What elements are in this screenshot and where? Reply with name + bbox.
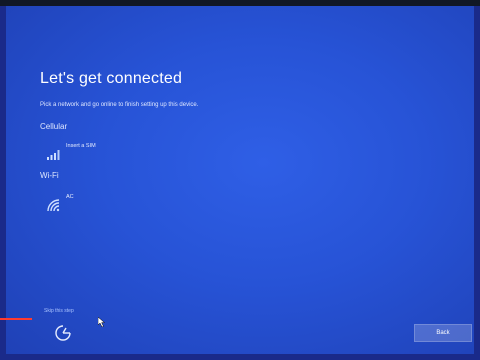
mouse-cursor-icon xyxy=(97,314,106,328)
section-title-wifi: Wi-Fi xyxy=(40,171,59,180)
setup-screen: Let's get connected Pick a network and g… xyxy=(6,6,474,354)
page-title: Let's get connected xyxy=(40,70,183,87)
network-item-label: AC xyxy=(66,194,74,200)
network-item-cellular[interactable]: Insert a SIM xyxy=(46,141,166,163)
ease-of-access-icon[interactable] xyxy=(54,324,72,342)
back-button[interactable]: Back xyxy=(414,324,472,342)
red-annotation-line xyxy=(0,318,32,320)
network-item-label: Insert a SIM xyxy=(66,143,96,149)
section-title-cellular: Cellular xyxy=(40,122,68,131)
cellular-signal-icon xyxy=(46,147,62,161)
page-subtitle: Pick a network and go online to finish s… xyxy=(40,102,199,108)
wifi-signal-icon xyxy=(46,198,62,212)
skip-link[interactable]: Skip this step xyxy=(44,308,74,314)
network-item-wifi[interactable]: AC xyxy=(46,192,166,214)
